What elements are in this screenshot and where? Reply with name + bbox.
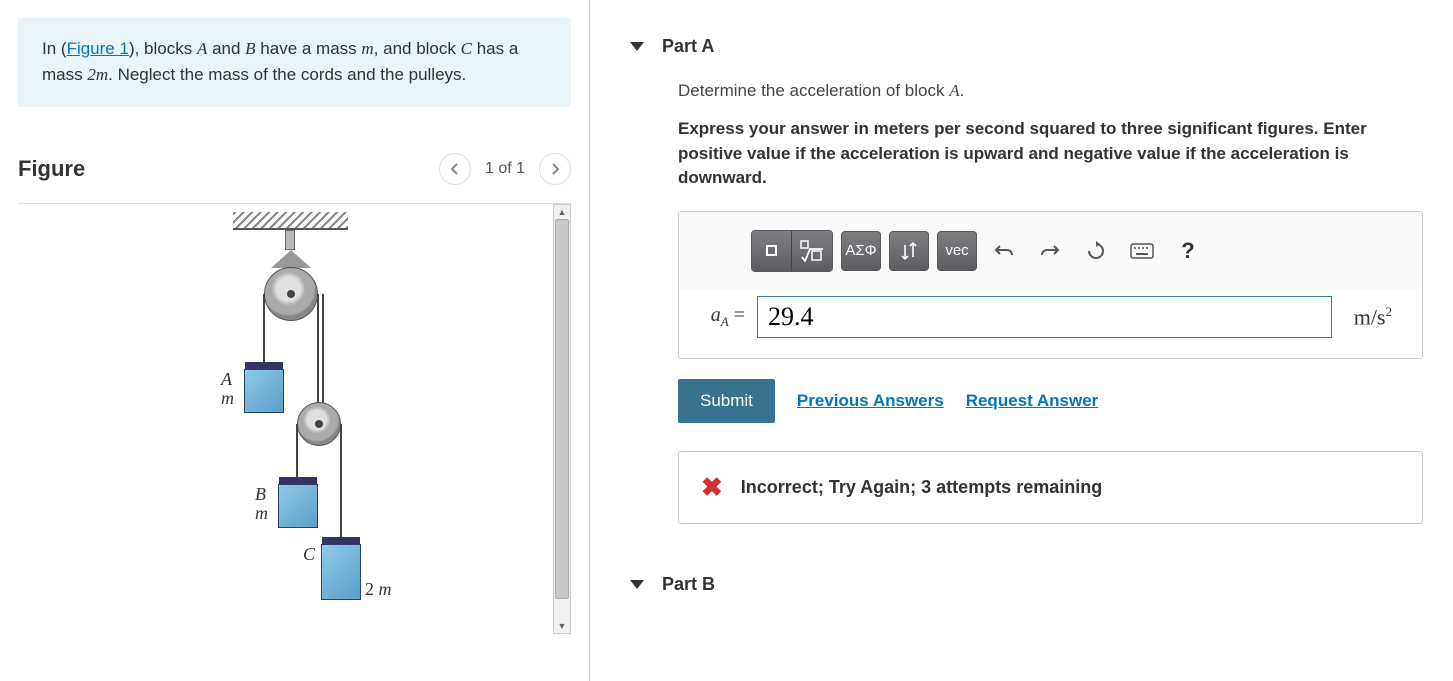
text: , and block xyxy=(374,39,461,58)
answer-widget: ΑΣΦ vec ? aA = xyxy=(678,211,1423,359)
equation-toolbar: ΑΣΦ vec ? xyxy=(679,212,1422,290)
variable-2m: 2m xyxy=(87,65,108,84)
text: ), blocks xyxy=(129,39,197,58)
right-pane: Part A Determine the acceleration of blo… xyxy=(590,0,1453,681)
caret-down-icon xyxy=(630,580,644,589)
pulley-2 xyxy=(297,402,341,446)
request-answer-link[interactable]: Request Answer xyxy=(966,391,1099,411)
text: In ( xyxy=(42,39,67,58)
chevron-left-icon xyxy=(450,163,460,175)
variable-B: B xyxy=(245,39,255,58)
text: and xyxy=(207,39,245,58)
text: . Neglect the mass of the cords and the … xyxy=(108,65,466,84)
block-A xyxy=(244,369,284,413)
figure-title: Figure xyxy=(18,156,85,182)
label-mass-C: 2 m xyxy=(365,579,392,600)
redo-icon xyxy=(1040,243,1060,259)
label-C: C xyxy=(303,544,315,565)
incorrect-icon: ✖ xyxy=(701,472,723,503)
block-C xyxy=(321,544,361,600)
figure-nav-label: 1 of 1 xyxy=(475,160,535,178)
feedback-text: Incorrect; Try Again; 3 attempts remaini… xyxy=(741,477,1102,498)
reset-button[interactable] xyxy=(1077,231,1115,271)
undo-icon xyxy=(994,243,1014,259)
answer-actions: Submit Previous Answers Request Answer xyxy=(678,379,1423,423)
submit-button[interactable]: Submit xyxy=(678,379,775,423)
variable-A: A xyxy=(197,39,207,58)
figure-next-button[interactable] xyxy=(539,153,571,185)
cord xyxy=(263,294,265,369)
scroll-down-icon[interactable]: ▼ xyxy=(554,619,570,633)
square-icon xyxy=(766,245,777,256)
radical-icon xyxy=(800,240,824,262)
problem-statement: In (Figure 1), blocks A and B have a mas… xyxy=(18,18,571,107)
caret-down-icon xyxy=(630,42,644,51)
figure-diagram: A m B m C 2 m xyxy=(193,212,393,632)
part-a-header[interactable]: Part A xyxy=(630,0,1453,81)
template-square-button[interactable] xyxy=(752,231,792,271)
figure-nav: 1 of 1 xyxy=(439,153,571,185)
label-B: B xyxy=(255,484,266,505)
vector-button[interactable]: vec xyxy=(937,231,977,271)
left-pane: In (Figure 1), blocks A and B have a mas… xyxy=(0,0,590,681)
redo-button[interactable] xyxy=(1031,231,1069,271)
updown-arrows-icon xyxy=(900,241,918,261)
templates-group xyxy=(751,230,833,272)
scroll-up-icon[interactable]: ▲ xyxy=(554,205,570,219)
cord xyxy=(340,424,342,544)
part-b-header[interactable]: Part B xyxy=(630,564,1453,619)
scrollbar-thumb[interactable] xyxy=(555,219,569,599)
subscript-button[interactable] xyxy=(889,231,929,271)
undo-button[interactable] xyxy=(985,231,1023,271)
figure-header: Figure 1 of 1 xyxy=(18,147,571,204)
mount-stem xyxy=(285,230,295,250)
cord xyxy=(296,424,298,484)
text: . xyxy=(960,81,965,100)
answer-hint: Express your answer in meters per second… xyxy=(678,117,1423,191)
chevron-right-icon xyxy=(550,163,560,175)
reset-icon xyxy=(1086,241,1106,261)
greek-button[interactable]: ΑΣΦ xyxy=(841,231,881,271)
help-button[interactable]: ? xyxy=(1169,231,1207,271)
feedback-box: ✖ Incorrect; Try Again; 3 attempts remai… xyxy=(678,451,1423,524)
previous-answers-link[interactable]: Previous Answers xyxy=(797,391,944,411)
label-mass-B: m xyxy=(255,503,268,524)
label-A: A xyxy=(221,369,232,390)
keyboard-button[interactable] xyxy=(1123,231,1161,271)
instruction: Determine the acceleration of block A. xyxy=(678,81,1423,101)
answer-unit: m/s2 xyxy=(1344,304,1402,330)
block-B xyxy=(278,484,318,528)
answer-input[interactable] xyxy=(757,296,1332,338)
figure-viewport: A m B m C 2 m ▲ ▼ xyxy=(18,204,571,634)
pulley-1 xyxy=(264,267,318,321)
ceiling xyxy=(233,212,348,230)
template-radical-button[interactable] xyxy=(792,231,832,271)
figure-link[interactable]: Figure 1 xyxy=(67,39,129,58)
figure-prev-button[interactable] xyxy=(439,153,471,185)
label-mass-A: m xyxy=(221,388,234,409)
figure-scrollbar[interactable]: ▲ ▼ xyxy=(553,204,571,634)
part-a-title: Part A xyxy=(662,36,714,57)
part-a-body: Determine the acceleration of block A. E… xyxy=(630,81,1453,524)
keyboard-icon xyxy=(1130,243,1154,259)
variable: A xyxy=(949,81,959,100)
mount-cone xyxy=(271,250,311,268)
variable-C: C xyxy=(461,39,472,58)
part-b-title: Part B xyxy=(662,574,715,595)
answer-row: aA = m/s2 xyxy=(679,290,1422,358)
text: have a mass xyxy=(256,39,362,58)
text: Determine the acceleration of block xyxy=(678,81,949,100)
variable-m: m xyxy=(361,39,373,58)
answer-variable-label: aA = xyxy=(699,304,745,330)
